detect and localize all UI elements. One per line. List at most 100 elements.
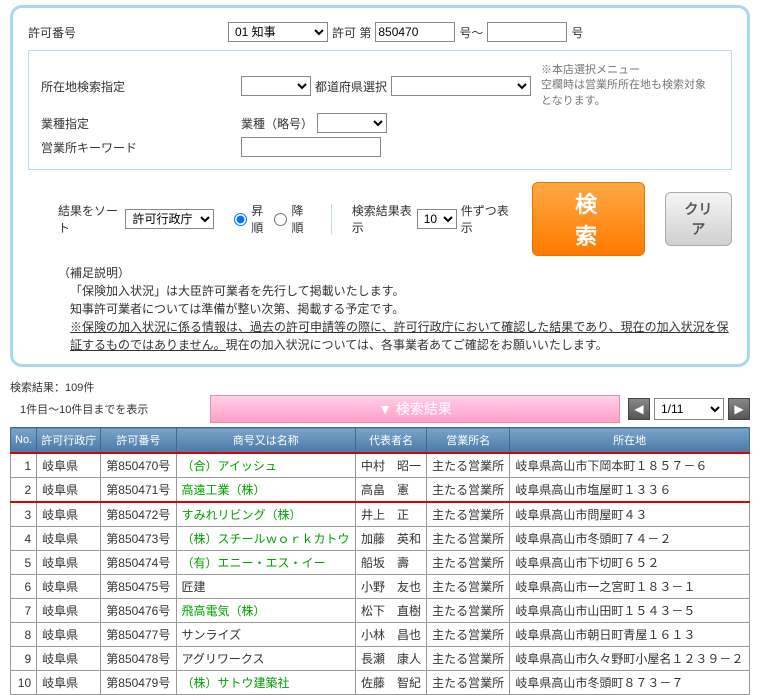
company-name-link[interactable]: すみれリビング（株）: [176, 502, 355, 527]
keyword-input[interactable]: [241, 137, 381, 157]
cell: 加藤 英和: [355, 527, 426, 551]
pager: ◀ 1/11 ▶: [628, 398, 750, 420]
table-row: 10岐阜県第850479号（株）サトウ建築社佐藤 智紀主たる営業所岐阜県高山市冬…: [11, 671, 750, 695]
cell: 井上 正: [355, 502, 426, 527]
col-header[interactable]: 代表者名: [355, 428, 426, 454]
cell: 第850477号: [101, 623, 176, 647]
permit-type-select[interactable]: 01 知事: [228, 22, 328, 42]
cell: 9: [11, 647, 37, 671]
cell: 第850475号: [101, 575, 176, 599]
table-row: 1岐阜県第850470号（合）アイッシュ中村 昭一主たる営業所岐阜県高山市下岡本…: [11, 453, 750, 478]
cell: 小野 友也: [355, 575, 426, 599]
pref-select[interactable]: [391, 76, 531, 96]
asc-radio[interactable]: [234, 213, 247, 226]
table-row: 8岐阜県第850477号サンライズ小林 昌也主たる営業所岐阜県高山市朝日町青屋１…: [11, 623, 750, 647]
pager-select[interactable]: 1/11: [654, 398, 724, 420]
company-name-link[interactable]: （有）エニー・エス・イー: [176, 551, 355, 575]
cell: 小林 昌也: [355, 623, 426, 647]
cell: 第850471号: [101, 478, 176, 503]
cell: 岐阜県高山市塩屋町１３３６: [510, 478, 750, 503]
cell: 第850476号: [101, 599, 176, 623]
table-row: 7岐阜県第850476号飛高電気（株）松下 直樹主たる営業所岐阜県高山市山田町１…: [11, 599, 750, 623]
result-meta2: 1件目～10件目までを表示: [20, 401, 210, 417]
col-header[interactable]: 商号又は名称: [176, 428, 355, 454]
company-name-link[interactable]: （株）スチールｗｏｒｋカトウ: [176, 527, 355, 551]
cell: 第850473号: [101, 527, 176, 551]
location-section: 所在地検索指定 都道府県選択 ※本店選択メニュー 空欄時は営業所所在地も検索対象…: [28, 50, 732, 170]
cell: 主たる営業所: [427, 623, 510, 647]
cell: 主たる営業所: [427, 502, 510, 527]
cell: 岐阜県高山市朝日町青屋１６１３: [510, 623, 750, 647]
result-count-label: 検索結果表示: [352, 202, 413, 236]
cell: 2: [11, 478, 37, 503]
search-button[interactable]: 検 索: [532, 182, 645, 256]
cell: 第850472号: [101, 502, 176, 527]
permit-prefix: 許可 第: [332, 24, 371, 41]
cell: 第850474号: [101, 551, 176, 575]
cell: 長瀬 康人: [355, 647, 426, 671]
result-banner: ▼ 検索結果: [210, 395, 620, 423]
industry-label: 業種指定: [41, 115, 241, 132]
cell: 8: [11, 623, 37, 647]
company-name-link[interactable]: （合）アイッシュ: [176, 453, 355, 478]
permit-suffix2: 号: [571, 24, 583, 41]
cell: 3: [11, 502, 37, 527]
permit-no-to[interactable]: [487, 22, 567, 42]
cell: 岐阜県高山市下切町６５２: [510, 551, 750, 575]
company-name-link[interactable]: アグリワークス: [176, 647, 355, 671]
cell: 主たる営業所: [427, 453, 510, 478]
company-name-link[interactable]: 高遠工業（株）: [176, 478, 355, 503]
per-page-select[interactable]: 10: [417, 209, 457, 229]
cell: 1: [11, 453, 37, 478]
cell: 岐阜県: [37, 671, 101, 695]
cell: 4: [11, 527, 37, 551]
supplement: （補足説明） 「保険加入状況」は大臣許可業者を先行して掲載いたします。 知事許可…: [58, 264, 732, 354]
sort-label: 結果をソート: [58, 202, 121, 236]
cell: 岐阜県高山市冬頭町７４－２: [510, 527, 750, 551]
cell: 佐藤 智紀: [355, 671, 426, 695]
col-header[interactable]: 所在地: [510, 428, 750, 454]
location-select[interactable]: [241, 76, 311, 96]
company-name-link[interactable]: 匠建: [176, 575, 355, 599]
cell: 10: [11, 671, 37, 695]
pager-prev[interactable]: ◀: [628, 398, 650, 420]
cell: 主たる営業所: [427, 527, 510, 551]
sort-select[interactable]: 許可行政庁: [125, 209, 214, 229]
permit-suffix1: 号～: [459, 24, 483, 41]
cell: 主たる営業所: [427, 551, 510, 575]
col-header[interactable]: 許可番号: [101, 428, 176, 454]
col-header[interactable]: No.: [11, 428, 37, 454]
cell: 第850478号: [101, 647, 176, 671]
cell: 岐阜県高山市下岡本町１８５７－６: [510, 453, 750, 478]
cell: 岐阜県高山市山田町１５４３－５: [510, 599, 750, 623]
company-name-link[interactable]: 飛高電気（株）: [176, 599, 355, 623]
cell: 主たる営業所: [427, 647, 510, 671]
col-header[interactable]: 許可行政庁: [37, 428, 101, 454]
pager-next[interactable]: ▶: [728, 398, 750, 420]
cell: 岐阜県: [37, 623, 101, 647]
cell: 岐阜県: [37, 453, 101, 478]
cell: 5: [11, 551, 37, 575]
cell: 主たる営業所: [427, 575, 510, 599]
cell: 主たる営業所: [427, 671, 510, 695]
cell: 岐阜県高山市問屋町４３: [510, 502, 750, 527]
cell: 岐阜県: [37, 575, 101, 599]
cell: 高畠 憲: [355, 478, 426, 503]
desc-radio[interactable]: [274, 213, 287, 226]
table-row: 2岐阜県第850471号高遠工業（株）高畠 憲主たる営業所岐阜県高山市塩屋町１３…: [11, 478, 750, 503]
cell: 岐阜県: [37, 599, 101, 623]
clear-button[interactable]: クリア: [665, 192, 732, 246]
company-name-link[interactable]: （株）サトウ建築社: [176, 671, 355, 695]
table-row: 3岐阜県第850472号すみれリビング（株）井上 正主たる営業所岐阜県高山市問屋…: [11, 502, 750, 527]
company-name-link[interactable]: サンライズ: [176, 623, 355, 647]
results-table: No.許可行政庁許可番号商号又は名称代表者名営業所名所在地 1岐阜県第85047…: [10, 427, 750, 695]
table-row: 4岐阜県第850473号（株）スチールｗｏｒｋカトウ加藤 英和主たる営業所岐阜県…: [11, 527, 750, 551]
col-header[interactable]: 営業所名: [427, 428, 510, 454]
cell: 岐阜県: [37, 527, 101, 551]
permit-no-from[interactable]: [375, 22, 455, 42]
industry-select[interactable]: [317, 113, 387, 133]
cell: 船坂 壽: [355, 551, 426, 575]
result-meta: 検索結果：109件: [10, 379, 760, 395]
cell: 岐阜県高山市久々野町小屋名１２３９－２: [510, 647, 750, 671]
cell: 岐阜県高山市一之宮町１８３－１: [510, 575, 750, 599]
